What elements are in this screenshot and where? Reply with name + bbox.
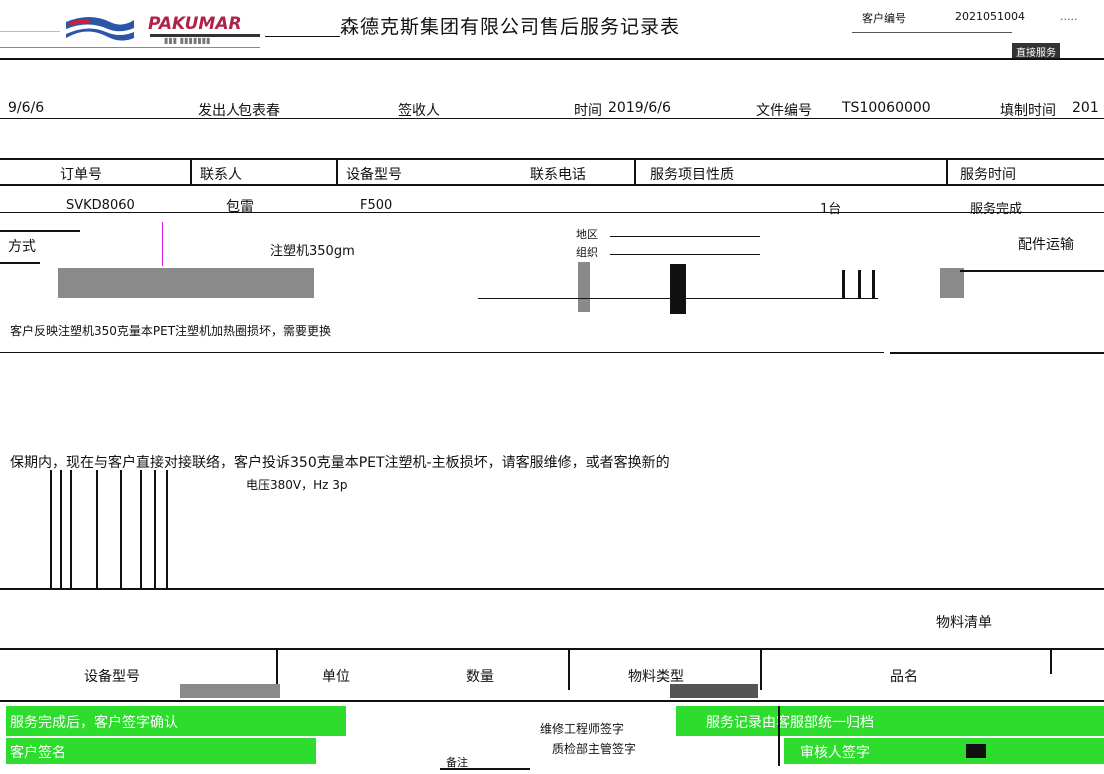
footer-right-2: 审核人签字 xyxy=(800,745,870,761)
footer-right-1: 服务记录由客服部统一归档 xyxy=(706,715,874,731)
row-qty: 1台 xyxy=(820,202,842,217)
file-label: 文件编号 xyxy=(756,103,812,119)
description: 保期内，现在与客户直接对接联络，客户投诉350克量本PET注塑机-主板损坏，请客… xyxy=(10,455,670,471)
time-label: 时间 xyxy=(574,103,602,119)
footer-left-2: 客户签名 xyxy=(10,745,66,761)
machine-spec: 注塑机350gm xyxy=(270,244,355,259)
parts-col-model: 设备型号 xyxy=(84,669,140,685)
footer-mid-1: 维修工程师签字 xyxy=(540,722,625,736)
company-name: PAKUMAR xyxy=(148,14,242,34)
col-order: 订单号 xyxy=(60,167,102,183)
date-left: 9/6/6 xyxy=(8,100,45,116)
customer-no-label: 客户编号 xyxy=(862,12,906,25)
company-logo xyxy=(60,12,140,46)
receiver-label: 签收人 xyxy=(398,103,440,119)
row-contact: 包雷 xyxy=(226,199,254,215)
row-model: F500 xyxy=(360,198,393,213)
parts-col-name: 品名 xyxy=(890,669,918,685)
page-title: 森德克斯集团有限公司售后服务记录表 xyxy=(340,16,681,38)
row-order: SVKD8060 xyxy=(66,198,135,213)
time: 2019/6/6 xyxy=(608,100,671,116)
sender-label: 发出人 xyxy=(198,103,240,119)
col-phone: 联系电话 xyxy=(530,167,586,183)
sender: 包表春 xyxy=(238,103,280,119)
fill-label: 填制时间 xyxy=(1000,103,1056,119)
problem-line: 客户反映注塑机350克量本PET注塑机加热圈损坏，需要更换 xyxy=(10,324,332,338)
materials-label: 物料清单 xyxy=(936,615,992,631)
fill-value: 201 xyxy=(1072,100,1099,116)
parts-col-type: 物料类型 xyxy=(628,669,684,685)
parts-col-unit: 单位 xyxy=(322,669,350,685)
file-no: TS10060000 xyxy=(842,100,931,116)
footer-mid-2: 质检部主管签字 xyxy=(552,742,637,756)
footer-left-1: 服务完成后，客户签字确认 xyxy=(10,715,178,731)
col-contact: 联系人 xyxy=(200,167,242,183)
power-spec: 电压380V，Hz 3p xyxy=(246,478,348,492)
col-model: 设备型号 xyxy=(346,167,402,183)
org-label: 组织 xyxy=(576,246,598,259)
footer-bottom: 备注 xyxy=(446,756,468,769)
row-status: 服务完成 xyxy=(970,202,1023,217)
col-service: 服务项目性质 xyxy=(650,167,734,183)
col-time: 服务时间 xyxy=(960,167,1016,183)
customer-no: 2021051004 xyxy=(955,10,1025,23)
method-label: 方式 xyxy=(8,239,36,255)
parts-col-qty: 数量 xyxy=(466,669,494,685)
right-label: 配件运输 xyxy=(1018,237,1074,253)
region-label: 地区 xyxy=(576,228,598,241)
